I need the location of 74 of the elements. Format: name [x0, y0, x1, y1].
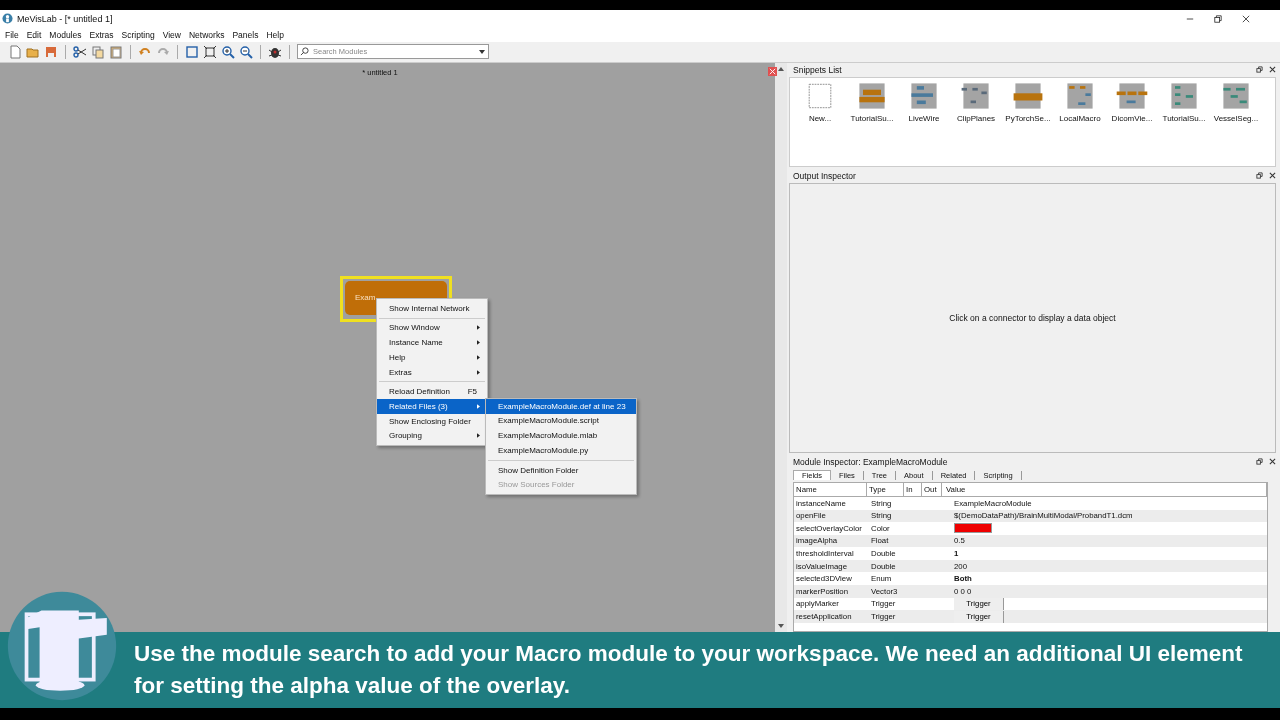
undock-icon[interactable]	[1256, 66, 1263, 74]
close-tab-icon[interactable]	[768, 66, 777, 76]
menu-item[interactable]: Show Definition Folder	[486, 462, 636, 478]
menu-item[interactable]: ExampleMacroModule.def at line 23	[486, 398, 636, 414]
color-swatch[interactable]	[954, 523, 992, 534]
panel-title: Snippets List	[793, 64, 843, 75]
menu-item[interactable]: Extras	[377, 364, 487, 380]
menu-item[interactable]: Help	[266, 29, 284, 40]
zoom-out-icon[interactable]	[239, 44, 253, 59]
menu-item[interactable]: Reload Definition F5	[377, 384, 487, 400]
snippet-label: ClipPlanes	[956, 113, 996, 123]
submenu-arrow-icon	[477, 433, 480, 439]
menu-item[interactable]: Extras	[89, 29, 114, 40]
menu-item-label: Show Enclosing Folder	[389, 416, 472, 426]
menu-item-label: Show Internal Network	[389, 303, 471, 313]
snippet-label: TutorialSu...	[850, 113, 894, 123]
panel-title: Output Inspector	[793, 170, 857, 181]
menu-item-label: Related Files (3)	[389, 401, 449, 411]
menu-item[interactable]: ExampleMacroModule.mlab	[486, 428, 636, 443]
frame-icon[interactable]	[203, 44, 217, 59]
menu-item-label: Reload Definition	[389, 387, 451, 397]
menu-item[interactable]: Grouping	[377, 428, 487, 444]
submenu-arrow-icon	[477, 325, 480, 331]
restore-icon[interactable]	[1214, 14, 1222, 23]
panel-title: Module Inspector: ExampleMacroModule	[793, 456, 949, 467]
menu-item[interactable]: ExampleMacroModule.script	[486, 413, 636, 429]
submenu-arrow-icon	[477, 354, 480, 360]
menu-item[interactable]: View	[162, 29, 181, 40]
menu-item-label: Grouping	[389, 431, 423, 441]
tutorial-badge-icon	[6, 590, 118, 703]
menu-item[interactable]: Panels	[232, 29, 259, 40]
menu-item[interactable]: Help	[377, 349, 487, 365]
submenu-arrow-icon	[477, 340, 480, 346]
search-icon	[300, 47, 309, 57]
menu-item-label: Help	[389, 352, 407, 362]
paste-icon[interactable]	[109, 44, 123, 59]
snippet-label: VesselSeg...	[1213, 113, 1259, 123]
close-icon[interactable]	[1242, 14, 1250, 23]
close-icon[interactable]	[1269, 66, 1276, 74]
menu-item[interactable]: Edit	[26, 29, 42, 40]
caption-text: Use the module search to add your Macro module to your workspace. We need an additional UI element for setting the alpha value of the overlay.	[134, 640, 1244, 701]
submenu-arrow-icon	[477, 403, 480, 409]
window-title: MeVisLab - [* untitled 1]	[17, 13, 113, 24]
save-icon[interactable]	[44, 44, 58, 59]
submenu-arrow-icon	[477, 369, 480, 375]
empty-message: Click on a connector to display a data object	[949, 312, 1116, 323]
snippet-label: PyTorchSe...	[1005, 113, 1051, 123]
snippet-label: LocalMacro	[1059, 113, 1101, 123]
undock-icon[interactable]	[1256, 458, 1263, 466]
menu-item-label: Extras	[389, 367, 413, 377]
zoom-in-icon[interactable]	[221, 44, 235, 59]
menu-item[interactable]: Scripting	[121, 29, 155, 40]
menu-item-label: Instance Name	[389, 338, 444, 348]
close-icon[interactable]	[1269, 458, 1276, 466]
shortcut-label: F5	[467, 387, 477, 397]
menu-item[interactable]: Show Window	[377, 320, 487, 336]
network-thumbnail-icon[interactable]	[1114, 81, 1150, 110]
cut-icon[interactable]	[73, 44, 87, 59]
menu-item[interactable]: Show Internal Network	[377, 300, 487, 316]
snippet-label: TutorialSu...	[1162, 113, 1206, 123]
close-icon[interactable]	[1269, 172, 1276, 180]
menu-item[interactable]: ExampleMacroModule.py	[486, 442, 636, 458]
menu-item[interactable]: File	[5, 29, 19, 40]
snippet-label: LiveWire	[908, 113, 940, 123]
menu-item[interactable]: Show Enclosing Folder	[377, 413, 487, 429]
menu-item[interactable]: Related Files (3)	[377, 399, 487, 414]
menu-item-label: Show Window	[389, 323, 441, 333]
menu-item[interactable]: Instance Name	[377, 335, 487, 350]
new-file-icon[interactable]	[8, 44, 22, 59]
snippet-label: New...	[808, 113, 832, 123]
undock-icon[interactable]	[1256, 172, 1263, 180]
snippet-label: DicomVie...	[1111, 113, 1153, 123]
menu-item[interactable]: Networks	[188, 29, 225, 40]
menu-item[interactable]: Modules	[49, 29, 82, 40]
